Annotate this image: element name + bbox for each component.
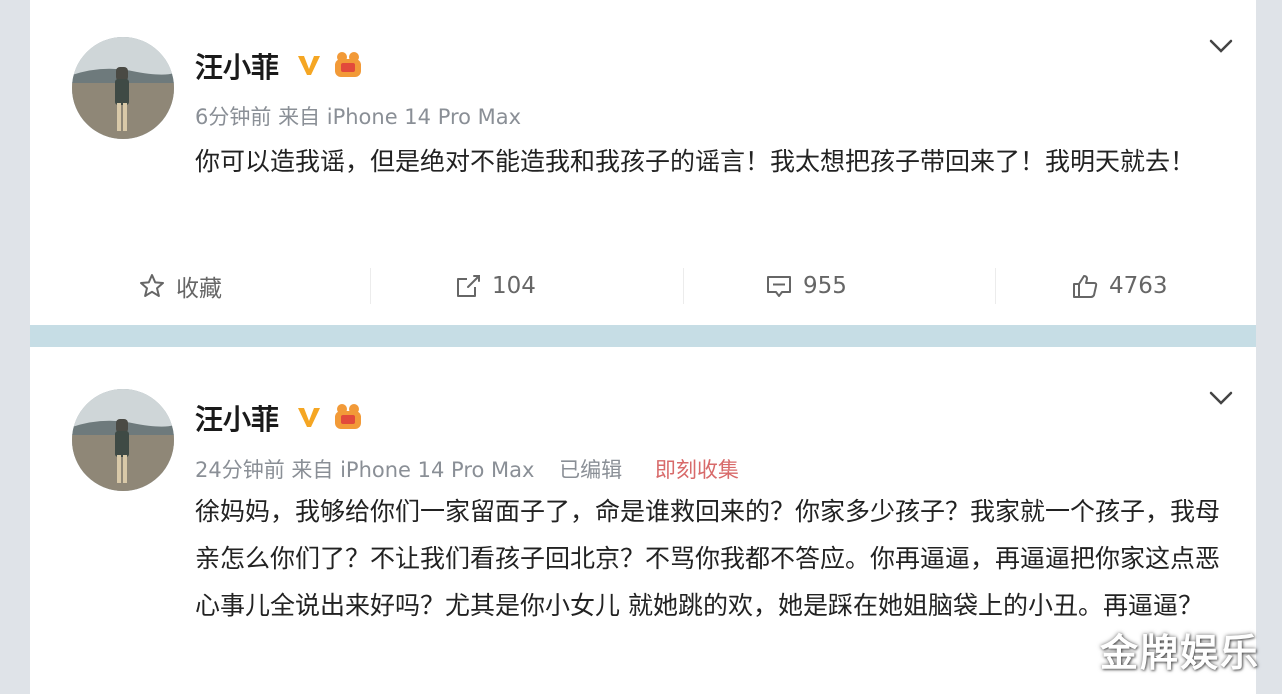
avatar-photo	[72, 389, 174, 491]
chevron-down-icon[interactable]	[1208, 38, 1234, 54]
verified-v-icon	[298, 408, 320, 427]
thumbs-up-icon	[1073, 275, 1098, 298]
favorite-label: 收藏	[176, 276, 222, 302]
post-text: 你可以造我谣，但是绝对不能造我和我孩子的谣言！我太想把孩子带回来了！我明天就去！	[195, 147, 1196, 176]
author-name[interactable]: 汪小菲	[195, 398, 279, 438]
like-count: 4763	[1109, 273, 1168, 299]
post-meta: 6分钟前 来自 iPhone 14 Pro Max	[195, 101, 521, 131]
comment-icon	[767, 276, 791, 297]
weibo-post-1: 汪小菲 6分钟前 来自 iPhone 14 Pro Max 你可以造我谣，但是绝…	[30, 0, 1256, 325]
post-action-bar: 收藏 104 955 4763	[30, 262, 1256, 310]
avatar[interactable]	[72, 37, 174, 139]
post-source: 来自 iPhone 14 Pro Max	[291, 458, 535, 482]
weibo-post-2: 汪小菲 24分钟前 来自 iPhone 14 Pro Max 已编辑 即刻收集 …	[30, 347, 1256, 694]
member-badge-icon[interactable]	[332, 402, 366, 432]
post-time: 6分钟前	[195, 105, 272, 129]
collect-link[interactable]: 即刻收集	[655, 458, 739, 482]
post-source: 来自 iPhone 14 Pro Max	[278, 105, 522, 129]
post-meta: 24分钟前 来自 iPhone 14 Pro Max 已编辑 即刻收集	[195, 454, 739, 484]
like-button[interactable]: 4763	[1071, 262, 1168, 310]
avatar[interactable]	[72, 389, 174, 491]
share-count: 104	[492, 273, 536, 299]
action-divider	[370, 268, 371, 304]
share-button[interactable]: 104	[454, 262, 536, 310]
watermark: 金牌娱乐	[1099, 631, 1260, 675]
action-divider	[995, 268, 996, 304]
action-divider	[683, 268, 684, 304]
post-text: 徐妈妈，我够给你们一家留面子了，命是谁救回来的？你家多少孩子？我家就一个孩子，我…	[195, 497, 1221, 620]
edited-label[interactable]: 已编辑	[559, 458, 622, 482]
verified-v-icon	[298, 56, 320, 75]
comment-count: 955	[803, 273, 847, 299]
author-name[interactable]: 汪小菲	[195, 46, 279, 86]
post-separator	[30, 325, 1256, 347]
star-icon	[140, 274, 164, 297]
comment-button[interactable]: 955	[765, 262, 847, 310]
chevron-down-icon[interactable]	[1208, 390, 1234, 406]
share-icon	[457, 275, 480, 297]
member-badge-icon[interactable]	[332, 50, 366, 80]
avatar-photo	[72, 37, 174, 139]
favorite-button[interactable]: 收藏	[138, 262, 222, 310]
post-time: 24分钟前	[195, 458, 285, 482]
